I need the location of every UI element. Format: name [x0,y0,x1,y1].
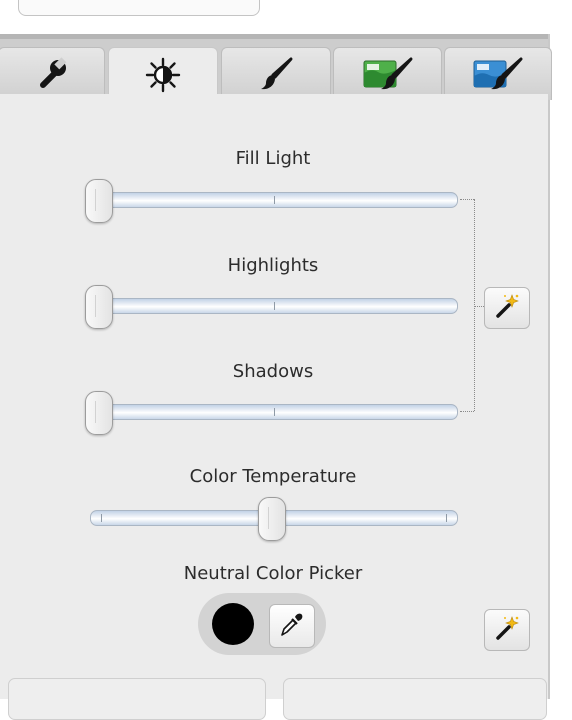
blue-brush-icon [472,56,524,92]
neutral-color-swatch [212,603,254,645]
redo-button[interactable] [283,678,547,720]
magic-wand-icon [494,293,520,323]
auto-lighting-button[interactable] [484,287,530,329]
tab-effects-green[interactable] [333,47,442,100]
tab-bar [0,34,552,102]
shadows-slider-track[interactable] [90,404,458,420]
slider-center-tick [274,408,275,416]
slider-group-bracket-link [474,306,484,307]
fill-light-slider-thumb[interactable] [85,179,113,223]
tab-effects[interactable] [221,47,331,100]
shadows-label: Shadows [232,361,314,382]
brightness-icon [145,57,181,93]
window-edge-divider [548,34,550,699]
slider-group-bracket [474,199,475,411]
tab-basic-fixes[interactable] [0,47,105,100]
fill-light-slider-track[interactable] [90,192,458,208]
eyedropper-icon [279,610,305,642]
slider-group-bracket-bottom [460,411,474,412]
slider-end-tick [101,514,102,522]
highlights-slider-track[interactable] [90,298,458,314]
auto-neutral-color-button[interactable] [484,609,530,651]
slider-center-tick [274,196,275,204]
undo-button[interactable] [8,678,266,720]
green-brush-icon [362,56,414,92]
slider-end-tick [446,514,447,522]
tab-effects-blue[interactable] [444,47,552,100]
wrench-icon [34,56,70,92]
neutral-color-picker-label: Neutral Color Picker [183,563,363,584]
eyedropper-button[interactable] [269,604,315,648]
magic-wand-icon [494,615,520,645]
highlights-label: Highlights [227,255,319,276]
shadows-slider-thumb[interactable] [85,391,113,435]
color-temperature-slider-thumb[interactable] [258,497,286,541]
highlights-slider-thumb[interactable] [85,285,113,329]
color-temperature-label: Color Temperature [189,466,357,487]
top-field[interactable] [18,0,260,16]
fill-light-label: Fill Light [235,148,311,169]
window-edge [548,34,572,699]
slider-group-bracket-top [460,199,474,200]
brush-icon [258,56,294,92]
slider-center-tick [274,302,275,310]
